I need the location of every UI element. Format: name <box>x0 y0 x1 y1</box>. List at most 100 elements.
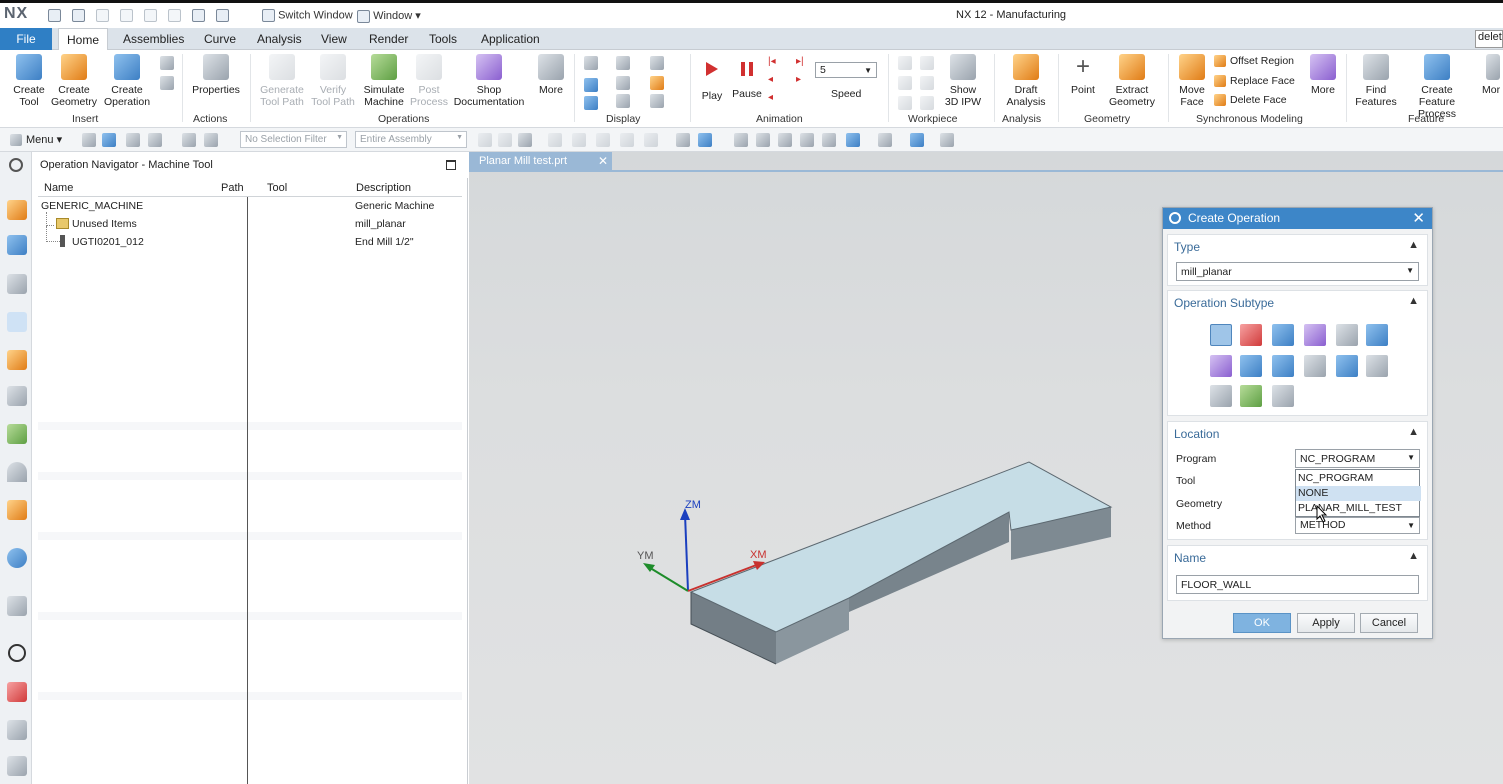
program-option[interactable]: NONE <box>1296 486 1421 501</box>
command-search-input[interactable]: delete <box>1475 30 1503 48</box>
type-select[interactable]: mill_planar ▼ <box>1176 262 1419 281</box>
ok-button[interactable]: OK <box>1233 613 1291 633</box>
create-geometry-button[interactable]: Create Geometry <box>50 54 98 108</box>
mill-user-subtype-icon[interactable] <box>1272 385 1294 407</box>
cleanup-corners-subtype-icon[interactable] <box>1210 355 1232 377</box>
tab-file[interactable]: File <box>0 28 52 50</box>
tab-view[interactable]: View <box>313 28 355 50</box>
column-path[interactable]: Path <box>221 182 244 194</box>
select-icon[interactable] <box>182 133 196 147</box>
selection-filter-select[interactable]: No Selection Filter ▼ <box>240 131 347 148</box>
offset-region-button[interactable]: Offset Region <box>1214 55 1294 68</box>
cut-icon[interactable] <box>120 9 134 22</box>
display-point-icon[interactable] <box>616 94 630 108</box>
snap-icon[interactable] <box>572 133 586 147</box>
apply-button[interactable]: Apply <box>1297 613 1355 633</box>
find-features-button[interactable]: Find Features <box>1352 54 1400 108</box>
paste-icon[interactable] <box>168 9 182 22</box>
view-icon[interactable] <box>734 133 748 147</box>
delete-face-button[interactable]: Delete Face <box>1214 94 1287 107</box>
planar-profile-subtype-icon[interactable] <box>1366 324 1388 346</box>
workpiece-icon[interactable] <box>898 76 912 90</box>
view-icon[interactable] <box>878 133 892 147</box>
select-icon[interactable] <box>204 133 218 147</box>
nav-palette-icon[interactable] <box>7 682 27 702</box>
floor-wall-ipw-subtype-icon[interactable] <box>1240 324 1262 346</box>
play-button[interactable]: Play <box>700 54 724 102</box>
tab-tools[interactable]: Tools <box>421 28 465 50</box>
subtype-header[interactable]: Operation Subtype <box>1174 296 1274 310</box>
hole-milling-subtype-icon[interactable] <box>1336 355 1358 377</box>
nav-roles-icon[interactable] <box>7 500 27 520</box>
tab-application[interactable]: Application <box>473 28 548 50</box>
speed-select[interactable]: 5 ▼ <box>815 62 877 78</box>
collapse-icon[interactable]: ▲ <box>1408 295 1419 307</box>
select-icon[interactable] <box>148 133 162 147</box>
refresh-icon[interactable] <box>778 133 792 147</box>
snap-icon[interactable] <box>478 133 492 147</box>
floor-wall-subtype-icon[interactable] <box>1210 324 1232 346</box>
snap-icon[interactable] <box>644 133 658 147</box>
snap-icon[interactable] <box>620 133 634 147</box>
post-process-button[interactable]: Post Process <box>410 54 448 108</box>
operations-more-button[interactable]: More <box>536 54 566 96</box>
gear-icon[interactable] <box>9 158 23 172</box>
nav-machine-tool-icon[interactable] <box>7 235 27 255</box>
window-menu[interactable]: Window ▾ <box>357 9 421 23</box>
nav-tool-icon[interactable] <box>7 720 27 740</box>
create-program-icon[interactable] <box>160 56 174 70</box>
undo-icon[interactable] <box>72 9 86 22</box>
rewind-icon[interactable]: ◂ <box>768 92 782 106</box>
nav-document-icon[interactable] <box>7 596 27 616</box>
column-name[interactable]: Name <box>44 182 73 194</box>
repeat-command-icon[interactable] <box>192 9 206 22</box>
copy-icon[interactable] <box>144 9 158 22</box>
name-header[interactable]: Name <box>1174 551 1206 565</box>
nav-method-icon[interactable] <box>7 350 27 370</box>
touch-mode-icon[interactable] <box>216 9 230 22</box>
display-mode-icon[interactable] <box>584 78 598 92</box>
workpiece-icon[interactable] <box>920 76 934 90</box>
view-icon[interactable] <box>940 133 954 147</box>
replace-face-button[interactable]: Replace Face <box>1214 75 1295 88</box>
groove-milling-subtype-icon[interactable] <box>1304 355 1326 377</box>
redo-icon[interactable] <box>96 9 110 22</box>
finish-floor-subtype-icon[interactable] <box>1272 355 1294 377</box>
close-icon[interactable]: ✕ <box>1412 208 1425 229</box>
select-icon[interactable] <box>126 133 140 147</box>
view-icon[interactable] <box>698 133 712 147</box>
pause-button[interactable]: Pause <box>732 54 762 100</box>
feature-more-button[interactable]: Mor <box>1482 54 1503 96</box>
create-feature-process-button[interactable]: Create Feature Process <box>1402 54 1472 120</box>
gear-icon[interactable] <box>1169 212 1181 224</box>
thread-milling-subtype-icon[interactable] <box>1366 355 1388 377</box>
workpiece-icon[interactable] <box>898 96 912 110</box>
snap-icon[interactable] <box>548 133 562 147</box>
nav-visual-icon[interactable] <box>7 462 27 482</box>
selection-scope-select[interactable]: Entire Assembly ▼ <box>355 131 467 148</box>
snap-icon[interactable] <box>498 133 512 147</box>
program-select[interactable]: NC_PROGRAM ▼ <box>1295 449 1420 468</box>
step-back-icon[interactable]: |◂ <box>768 56 782 70</box>
snap-icon[interactable] <box>596 133 610 147</box>
step-back-single-icon[interactable]: ◂ <box>768 74 782 88</box>
draft-analysis-button[interactable]: Draft Analysis <box>1000 54 1052 108</box>
select-tree-icon[interactable] <box>102 133 116 147</box>
nav-geometry-icon[interactable] <box>7 274 27 294</box>
display-curve-icon[interactable] <box>616 76 630 90</box>
display-shaded-icon[interactable] <box>584 96 598 110</box>
generate-tool-path-button[interactable]: Generate Tool Path <box>256 54 308 108</box>
step-forward-single-icon[interactable]: ▸ <box>796 74 810 88</box>
display-tool-icon[interactable] <box>650 56 664 70</box>
menu-button[interactable]: Menu ▾ <box>10 133 62 147</box>
save-icon[interactable] <box>48 9 61 22</box>
create-tool-button[interactable]: Create Tool <box>8 54 50 108</box>
location-header[interactable]: Location <box>1174 427 1219 441</box>
collapse-icon[interactable]: ▲ <box>1408 239 1419 251</box>
view-icon[interactable] <box>676 133 690 147</box>
program-option[interactable]: NC_PROGRAM <box>1296 471 1421 486</box>
show-3d-ipw-button[interactable]: Show 3D IPW <box>942 54 984 108</box>
workpiece-icon[interactable] <box>898 56 912 70</box>
synchronous-more-button[interactable]: More <box>1308 54 1338 96</box>
create-operation-button[interactable]: Create Operation <box>102 54 152 108</box>
